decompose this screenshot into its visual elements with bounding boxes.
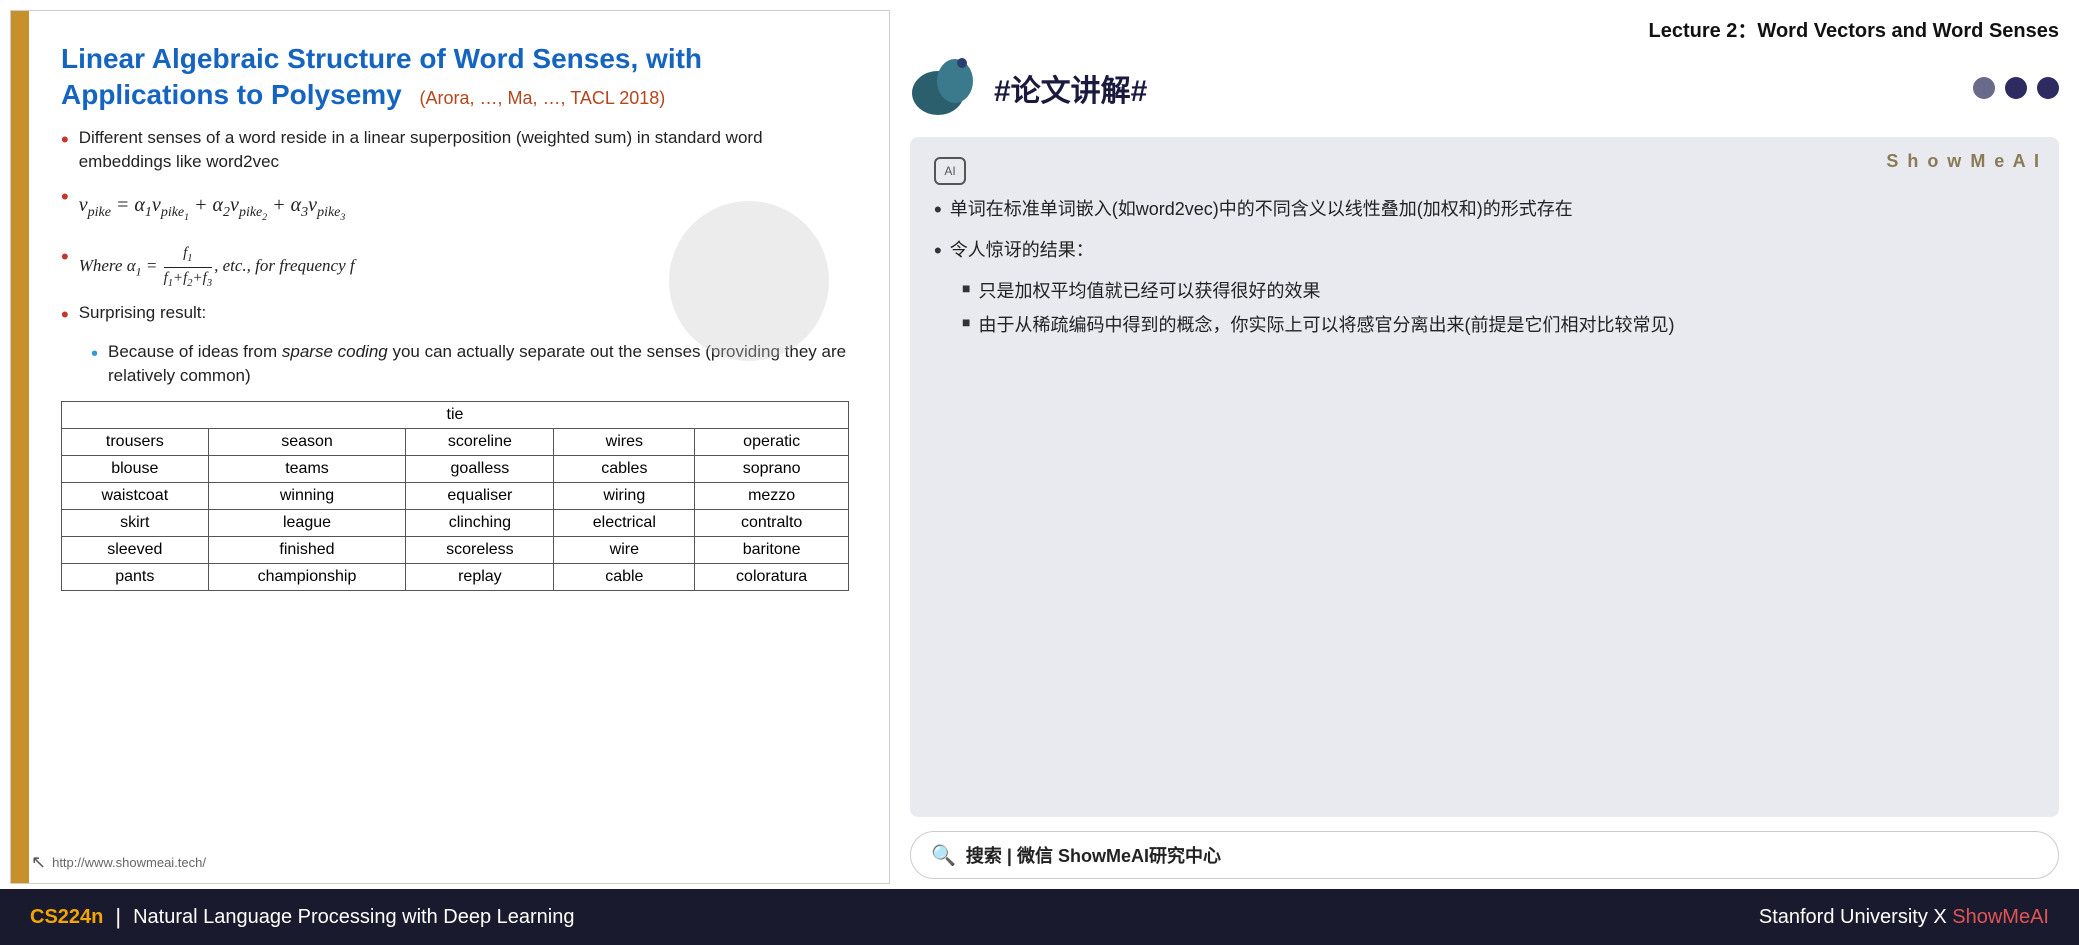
cn-bullet-2: • 令人惊讶的结果：: [934, 236, 2035, 267]
cn-text-2: 令人惊讶的结果：: [950, 236, 1094, 265]
word-table: tie trousers season scoreline wires oper…: [61, 401, 849, 591]
table-row: trousers season scoreline wires operatic: [62, 429, 849, 456]
cn-sub-text-2: 由于从稀疏编码中得到的概念，你实际上可以将感官分离出来(前提是它们相对比较常见): [978, 311, 1674, 340]
nav-dots: [1973, 77, 2059, 99]
table-row: pants championship replay cable coloratu…: [62, 564, 849, 591]
table-row: skirt league clinching electrical contra…: [62, 510, 849, 537]
cn-sub-icon-2: ■: [962, 311, 970, 333]
cn-dot-1: •: [934, 195, 942, 226]
topic-header: #论文讲解#: [910, 53, 2059, 123]
bullet-formula-1: vpike = α1vpike1 + α2vpike2 + α3vpike3: [79, 191, 346, 225]
search-bar[interactable]: 🔍 搜索 | 微信 ShowMeAI研究中心: [910, 831, 2059, 879]
footer: CS224n | Natural Language Processing wit…: [0, 889, 2079, 945]
cn-sub-2: ■ 由于从稀疏编码中得到的概念，你实际上可以将感官分离出来(前提是它们相对比较常…: [962, 311, 2035, 340]
footer-divider: |: [115, 904, 121, 930]
footer-right: Stanford University X ShowMeAI: [1759, 906, 2049, 929]
nav-dot-3[interactable]: [2037, 77, 2059, 99]
footer-cs-label: CS224n: [30, 906, 103, 929]
watermark-url: http://www.showmeai.tech/: [52, 855, 206, 870]
topic-title: #论文讲解#: [994, 66, 1147, 110]
bullet-text-4: Surprising result:: [79, 301, 207, 325]
footer-left: CS224n | Natural Language Processing wit…: [30, 904, 575, 930]
bullet-formula-2: Where α1 = f1 f1+f2+f3 , etc., for frequ…: [79, 243, 355, 291]
ai-icon: AI: [934, 157, 966, 185]
cn-text-1: 单词在标准单词嵌入(如word2vec)中的不同含义以线性叠加(加权和)的形式存…: [950, 195, 1573, 224]
ai-icon-text: AI: [944, 164, 955, 178]
table-row: waistcoat winning equaliser wiring mezzo: [62, 483, 849, 510]
slide-accent-bar: [11, 11, 29, 883]
bullet-dot-2: •: [61, 183, 69, 212]
cn-sub-1: ■ 只是加权平均值就已经可以获得很好的效果: [962, 277, 2035, 306]
cn-dot-2: •: [934, 236, 942, 267]
slide-panel: Linear Algebraic Structure of Word Sense…: [10, 10, 890, 884]
search-text: 搜索 | 微信 ShowMeAI研究中心: [966, 842, 1221, 868]
cursor-icon: ↖: [31, 852, 46, 873]
circle-decoration: [669, 201, 829, 361]
bullet-dot-3: •: [61, 243, 69, 272]
cn-sub-text-1: 只是加权平均值就已经可以获得很好的效果: [978, 277, 1320, 306]
search-icon: 🔍: [931, 843, 956, 868]
topic-icon: [910, 53, 980, 123]
slide-reference: (Arora, …, Ma, …, TACL 2018): [420, 88, 666, 108]
table-header: tie: [62, 402, 849, 429]
cn-bullet-1: • 单词在标准单词嵌入(如word2vec)中的不同含义以线性叠加(加权和)的形…: [934, 195, 2035, 226]
nav-dot-2[interactable]: [2005, 77, 2027, 99]
stanford-text: Stanford University X ShowMeAI: [1759, 906, 2049, 928]
right-panel: Lecture 2：Word Vectors and Word Senses #…: [900, 0, 2079, 889]
table-row: sleeved finished scoreless wire baritone: [62, 537, 849, 564]
lecture-title: Lecture 2：Word Vectors and Word Senses: [910, 8, 2059, 53]
bullet-text-1: Different senses of a word reside in a l…: [79, 126, 849, 174]
nav-dot-1[interactable]: [1973, 77, 1995, 99]
cn-bullets: • 单词在标准单词嵌入(如word2vec)中的不同含义以线性叠加(加权和)的形…: [934, 195, 2035, 340]
content-box: S h o w M e A I AI • 单词在标准单词嵌入(如word2vec…: [910, 137, 2059, 817]
slide-title: Linear Algebraic Structure of Word Sense…: [61, 41, 849, 114]
bullet-dot-4: •: [61, 301, 69, 330]
sub-bullet-dot: •: [91, 340, 98, 368]
cn-sub-icon-1: ■: [962, 277, 970, 299]
watermark: ↖ http://www.showmeai.tech/: [31, 852, 206, 873]
bullet-1: • Different senses of a word reside in a…: [61, 126, 849, 174]
showmeai-label: S h o w M e A I: [1886, 151, 2041, 172]
table-row: blouse teams goalless cables soprano: [62, 456, 849, 483]
footer-description: Natural Language Processing with Deep Le…: [133, 906, 574, 929]
bullet-dot-1: •: [61, 126, 69, 155]
